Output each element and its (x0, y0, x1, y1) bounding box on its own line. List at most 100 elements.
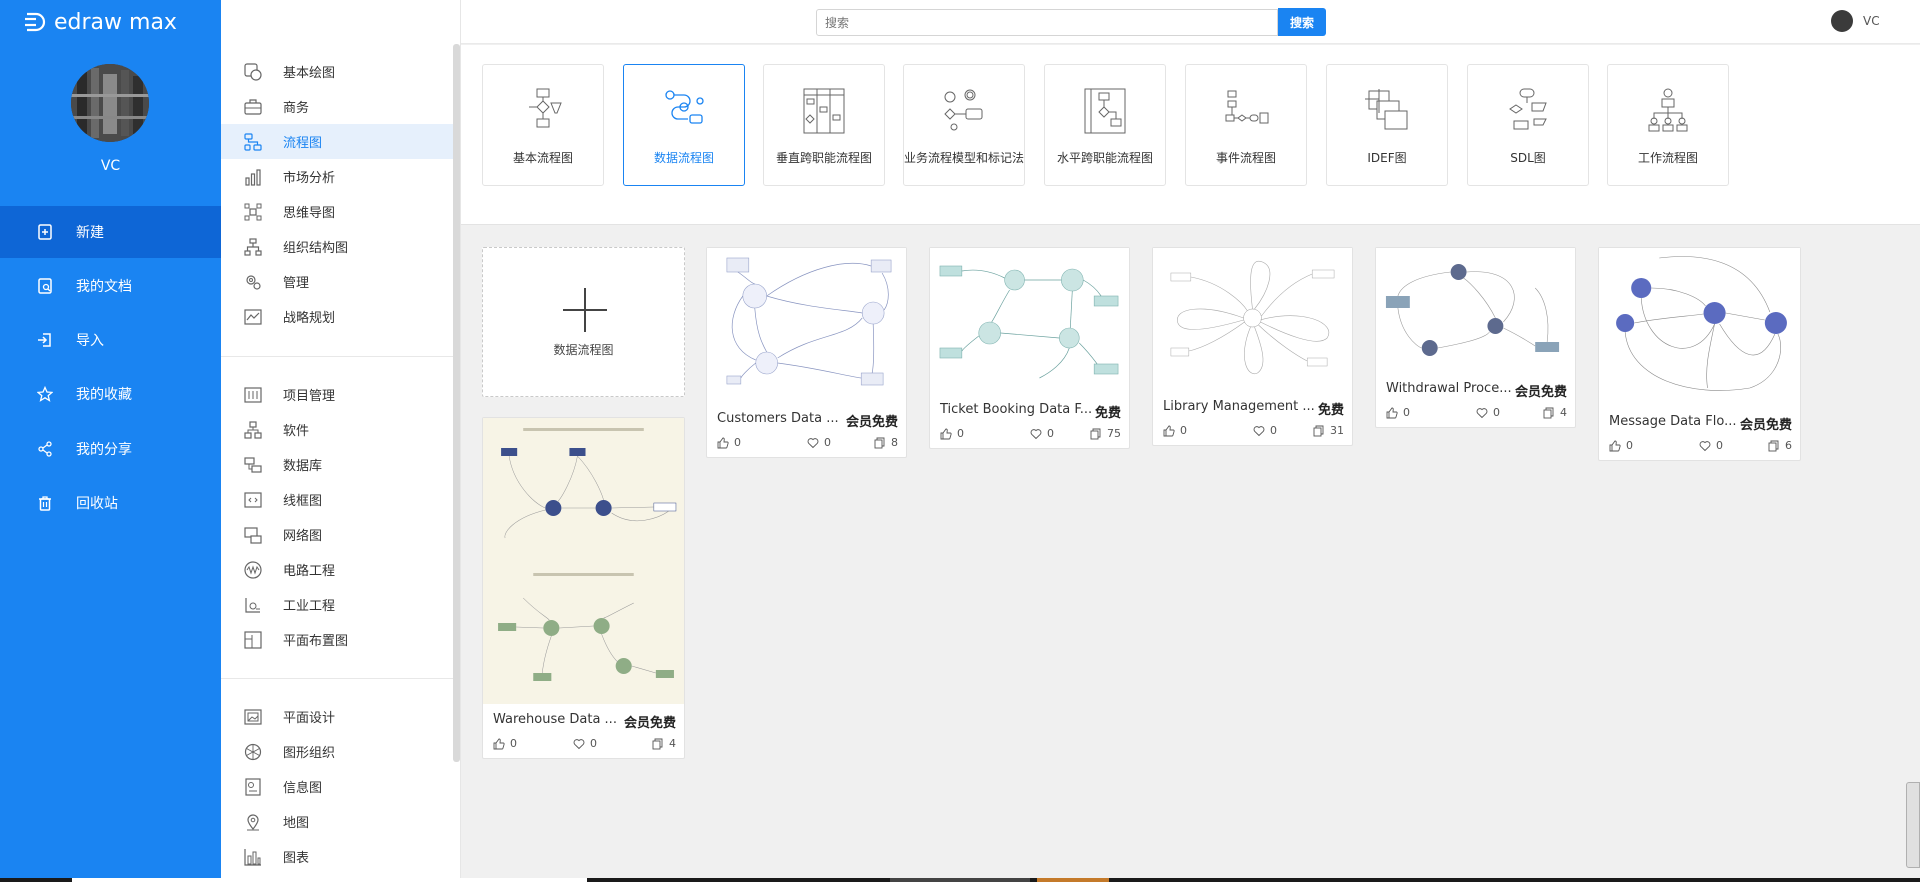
template-title: Library Management ... (1163, 399, 1315, 414)
template-stats: 0 0 4 (1386, 406, 1567, 422)
template-card[interactable]: Ticket Booking Data F... 免费 0 0 75 (929, 247, 1130, 449)
category-item[interactable]: 图形组织 (221, 734, 453, 769)
category-item[interactable]: 网络图 (221, 517, 453, 552)
sdl-icon (1509, 88, 1547, 130)
search-input[interactable] (816, 9, 1278, 36)
category-item[interactable]: 平面布置图 (221, 622, 453, 657)
category-item-active[interactable]: 流程图 (221, 124, 453, 159)
copy-button[interactable]: 4 (652, 737, 676, 750)
category-label: 地图 (283, 816, 310, 831)
nav-favorites[interactable]: 我的收藏 (0, 368, 221, 420)
category-item[interactable]: 市场分析 (221, 159, 453, 194)
copy-button[interactable]: 75 (1090, 427, 1121, 440)
category-item[interactable]: 工业工程 (221, 587, 453, 622)
category-item[interactable]: 数据库 (221, 447, 453, 482)
copy-button[interactable]: 31 (1313, 424, 1344, 437)
template-badge: 免费 (1094, 406, 1121, 421)
template-card[interactable]: Library Management ... 免费 0 0 31 (1152, 247, 1353, 446)
favorite-button[interactable]: 0 (807, 436, 831, 449)
map-pin-icon (243, 812, 263, 832)
app-logo[interactable]: edraw max (22, 10, 177, 35)
copy-icon (652, 738, 663, 749)
copy-count: 8 (891, 436, 898, 449)
type-card[interactable]: 工作流程图 (1607, 64, 1729, 186)
favorite-button[interactable]: 0 (1476, 406, 1500, 419)
favorite-button[interactable]: 0 (1699, 439, 1723, 452)
search-button[interactable]: 搜索 (1278, 8, 1326, 36)
nav-import[interactable]: 导入 (0, 314, 221, 366)
category-item[interactable]: 组织结构图 (221, 229, 453, 264)
category-scrollbar[interactable] (453, 44, 460, 762)
thumbs-up-icon (493, 738, 505, 749)
template-card[interactable]: Withdrawal Proce... 会员免费 0 0 4 (1375, 247, 1576, 428)
category-item[interactable]: 线框图 (221, 482, 453, 517)
category-item[interactable]: 商务 (221, 89, 453, 124)
favorite-button[interactable]: 0 (1030, 427, 1054, 440)
copy-icon (1768, 440, 1779, 451)
template-badge: 会员免费 (845, 415, 898, 430)
category-item[interactable]: 平面设计 (221, 699, 453, 734)
template-card[interactable]: Customers Data ... 会员免费 0 0 8 (706, 247, 907, 458)
template-card[interactable]: Message Data Flo... 会员免费 0 0 6 (1598, 247, 1801, 461)
template-title: Ticket Booking Data F... (940, 402, 1093, 417)
category-item[interactable]: 软件 (221, 412, 453, 447)
category-label: 图表 (283, 851, 310, 866)
nav-my-docs[interactable]: 我的文档 (0, 260, 221, 312)
nav-trash[interactable]: 回收站 (0, 477, 221, 529)
favorite-button[interactable]: 0 (573, 737, 597, 750)
type-card[interactable]: 垂直跨职能流程图 (763, 64, 885, 186)
flowchart-icon (243, 132, 263, 152)
category-item[interactable]: 图表 (221, 839, 453, 874)
favorite-button[interactable]: 0 (1253, 424, 1277, 437)
like-button[interactable]: 0 (1386, 406, 1410, 419)
type-card[interactable]: IDEF图 (1326, 64, 1448, 186)
like-button[interactable]: 0 (1163, 424, 1187, 437)
new-blank-diagram-card[interactable]: 数据流程图 (482, 247, 685, 397)
nav-shared[interactable]: 我的分享 (0, 423, 221, 475)
category-label: 工业工程 (283, 599, 336, 614)
like-button[interactable]: 0 (717, 436, 741, 449)
side-widget[interactable] (1906, 782, 1920, 868)
template-card[interactable]: Warehouse Data ... 会员免费 0 0 4 (482, 417, 685, 759)
favorite-count: 0 (824, 436, 831, 449)
type-card[interactable]: 基本流程图 (482, 64, 604, 186)
like-button[interactable]: 0 (940, 427, 964, 440)
copy-button[interactable]: 4 (1543, 406, 1567, 419)
template-thumbnail (930, 248, 1129, 394)
divider (221, 356, 453, 357)
category-item[interactable]: 基本绘图 (221, 54, 453, 89)
category-label: 流程图 (283, 136, 323, 151)
type-card[interactable]: SDL图 (1467, 64, 1589, 186)
type-card[interactable]: 水平跨职能流程图 (1044, 64, 1166, 186)
category-item[interactable]: 项目管理 (221, 377, 453, 412)
category-item[interactable]: 战略规划 (221, 299, 453, 334)
like-count: 0 (957, 427, 964, 440)
copy-button[interactable]: 8 (874, 436, 898, 449)
type-label: 业务流程模型和标记法 (903, 151, 1024, 165)
copy-button[interactable]: 6 (1768, 439, 1792, 452)
category-item[interactable]: 电路工程 (221, 552, 453, 587)
like-button[interactable]: 0 (1609, 439, 1633, 452)
type-card-active[interactable]: 数据流程图 (623, 64, 745, 186)
nav-new[interactable]: 新建 (0, 206, 221, 258)
type-label: IDEF图 (1367, 151, 1407, 165)
type-card[interactable]: 业务流程模型和标记法 (903, 64, 1025, 186)
copy-count: 4 (669, 737, 676, 750)
like-button[interactable]: 0 (493, 737, 517, 750)
copy-count: 75 (1107, 427, 1121, 440)
category-label: 市场分析 (283, 171, 336, 186)
category-item[interactable]: 地图 (221, 804, 453, 839)
category-label: 图形组织 (283, 746, 336, 761)
taskbar-strip (0, 878, 1920, 882)
category-item[interactable]: 思维导图 (221, 194, 453, 229)
user-menu[interactable]: VC (1831, 10, 1880, 32)
type-label: 事件流程图 (1215, 151, 1276, 165)
nav-label: 回收站 (76, 496, 118, 512)
type-card[interactable]: 事件流程图 (1185, 64, 1307, 186)
vertical-swimlane-icon (803, 88, 845, 134)
avatar[interactable] (71, 64, 149, 142)
nav-label: 新建 (76, 225, 104, 241)
category-label: 商务 (283, 101, 310, 116)
category-item[interactable]: 信息图 (221, 769, 453, 804)
category-item[interactable]: 管理 (221, 264, 453, 299)
